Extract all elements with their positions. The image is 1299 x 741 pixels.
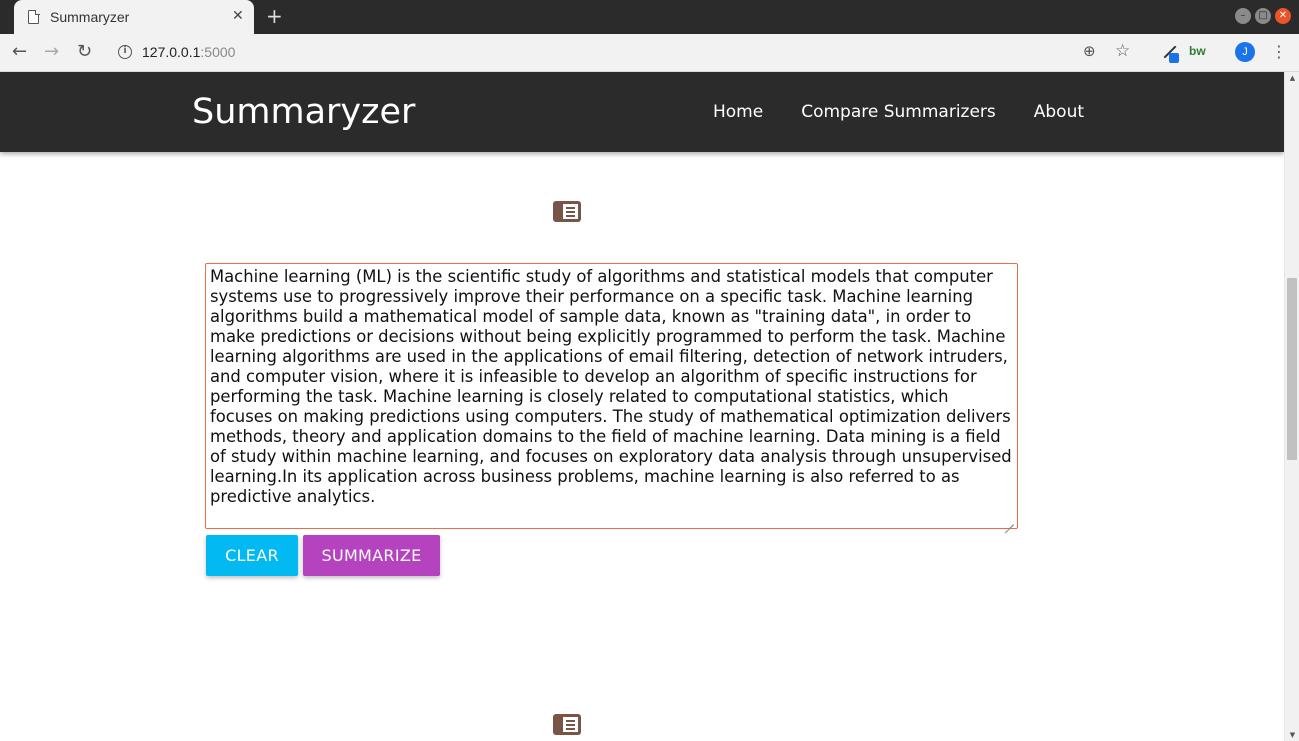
close-window-button[interactable]: ✕ — [1275, 8, 1291, 24]
maximize-window-button[interactable]: □ — [1255, 8, 1271, 24]
back-arrow-icon[interactable]: ← — [12, 42, 27, 62]
scroll-down-arrow-icon[interactable]: ▼ — [1285, 731, 1299, 739]
maximize-icon: □ — [1258, 10, 1268, 21]
browser-tab-strip: Summaryzer ✕ + – □ ✕ — [0, 0, 1299, 34]
minimize-window-button[interactable]: – — [1235, 8, 1251, 24]
close-tab-icon[interactable]: ✕ — [232, 6, 244, 26]
resize-handle-icon[interactable] — [1004, 515, 1014, 525]
browser-menu-icon[interactable]: ⋮ — [1271, 42, 1287, 62]
book-icon — [553, 714, 581, 735]
new-tab-icon[interactable]: + — [266, 4, 283, 28]
forward-arrow-icon[interactable]: → — [44, 42, 59, 62]
scrollbar-thumb[interactable] — [1287, 278, 1297, 460]
book-icon — [553, 201, 581, 222]
nav-link-about[interactable]: About — [1034, 101, 1084, 123]
nav-link-home[interactable]: Home — [713, 101, 763, 123]
close-icon: ✕ — [1278, 10, 1288, 21]
tab-title: Summaryzer — [50, 9, 130, 25]
nav-link-compare-summarizers[interactable]: Compare Summarizers — [801, 101, 996, 123]
window-controls: – □ ✕ — [1235, 8, 1291, 24]
address-bar[interactable]: 127.0.0.1:5000 — [142, 44, 235, 60]
reload-icon[interactable]: ↻ — [77, 42, 92, 62]
page-viewport: Summaryzer Home Compare Summarizers Abou… — [0, 72, 1284, 741]
site-navbar: Summaryzer Home Compare Summarizers Abou… — [0, 72, 1284, 152]
profile-avatar[interactable]: J — [1235, 42, 1255, 62]
minimize-icon: – — [1240, 10, 1246, 21]
zoom-icon[interactable]: ⊕ — [1083, 42, 1096, 60]
site-info-icon[interactable]: i — [118, 45, 132, 59]
extension-pen-icon[interactable] — [1160, 42, 1180, 63]
text-input-area[interactable]: Machine learning (ML) is the scientific … — [205, 263, 1018, 529]
url-host: 127.0.0.1 — [142, 44, 201, 60]
bookmark-star-icon[interactable]: ☆ — [1115, 41, 1130, 61]
page-scrollbar[interactable]: ▲ ▼ — [1284, 72, 1299, 741]
summarize-button[interactable]: SUMMARIZE — [303, 535, 440, 576]
nav-links: Home Compare Summarizers About — [713, 101, 1122, 123]
scroll-up-arrow-icon[interactable]: ▲ — [1285, 74, 1299, 82]
browser-toolbar: ← → ↻ i 127.0.0.1:5000 ⊕ ☆ bw J ⋮ — [0, 34, 1299, 72]
site-brand[interactable]: Summaryzer — [192, 91, 415, 133]
page-favicon-icon — [28, 9, 40, 24]
browser-tab[interactable]: Summaryzer ✕ — [14, 0, 254, 34]
clear-button[interactable]: CLEAR — [206, 535, 298, 576]
bw-extension-icon[interactable]: bw — [1189, 44, 1206, 58]
url-port: :5000 — [200, 44, 236, 60]
